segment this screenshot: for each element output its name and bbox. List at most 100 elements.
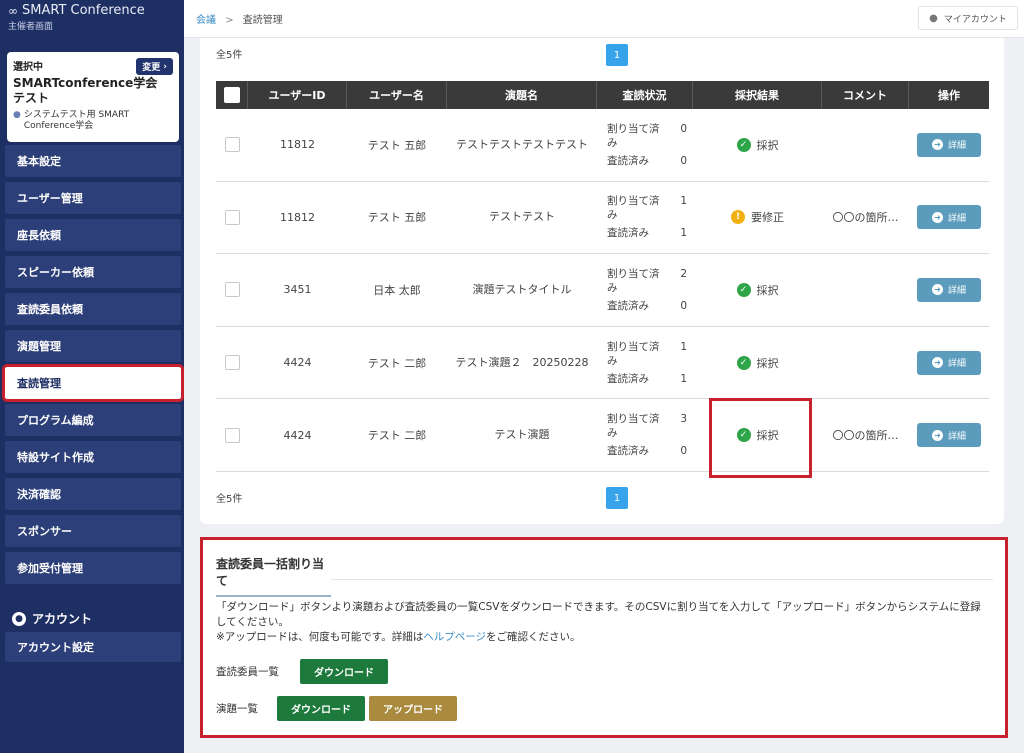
sidebar-item-payment[interactable]: 決済確認: [5, 478, 181, 510]
account-heading-label: アカウント: [32, 612, 93, 626]
breadcrumb-root-link[interactable]: 会議: [196, 15, 216, 26]
assigned-label: 割り当て済み: [607, 195, 660, 222]
section-divider: [331, 579, 993, 580]
row-result: ✓ 採択: [693, 254, 822, 326]
conference-org-label: システムテスト用 SMART Conference学会: [23, 110, 130, 131]
row-abstract-title: テストテスト: [489, 210, 555, 224]
assigned-count: 2: [680, 267, 687, 280]
reviewer-list-label: 査読委員一覧: [216, 666, 279, 678]
row-review-status: 割り当て済み 3 査読済み 0: [597, 399, 693, 471]
bulk-description: 「ダウンロード」ボタンより演題および査読委員の一覧CSVをダウンロードできます。…: [216, 600, 991, 645]
sidebar-item-reviewer-request[interactable]: 査読委員依頼: [5, 293, 181, 325]
assigned-label: 割り当て済み: [607, 267, 660, 294]
row-review-status: 割り当て済み 1 査読済み 1: [597, 182, 693, 254]
row-user-name: 日本 太郎: [373, 283, 421, 297]
reviewer-download-button[interactable]: ダウンロード: [300, 659, 388, 684]
detail-button[interactable]: ➜ 詳細: [917, 132, 981, 157]
detail-button[interactable]: ➜ 詳細: [917, 350, 981, 375]
done-label: 査読済み: [607, 299, 649, 312]
abstract-download-button[interactable]: ダウンロード: [277, 696, 365, 721]
table-row: 4424 テスト 二郎 テスト演題２ 20250228 割り当て済み 1 査読済み…: [216, 327, 989, 400]
row-checkbox[interactable]: [224, 137, 240, 153]
row-user-id: 4424: [283, 356, 312, 370]
row-comment: [822, 109, 909, 181]
detail-label: 詳細: [947, 286, 966, 297]
sidebar-item-chair-request[interactable]: 座長依頼: [5, 219, 181, 251]
row-user-name: テスト 五郎: [367, 211, 427, 225]
row-user-name: テスト 二郎: [367, 356, 427, 370]
topbar: 会議 > 査読管理 ● マイアカウント: [184, 0, 1024, 38]
account-heading: ● アカウント: [12, 610, 92, 627]
sidebar-menu: 基本設定 ユーザー管理 座長依頼 スピーカー依頼 査読委員依頼 演題管理 査読管…: [0, 145, 184, 589]
column-comment: コメント: [822, 81, 909, 109]
table-row: 11812 テスト 五郎 テストテスト 割り当て済み 1 査読済み 1 ! 要修正 〇…: [216, 182, 989, 255]
header-checkbox-cell: [216, 81, 248, 109]
conference-name: SMARTconference学会 テスト: [13, 76, 158, 105]
bulk-section-title: 査読委員一括割り当て: [216, 555, 331, 597]
sidebar-item-registration[interactable]: 参加受付管理: [5, 552, 181, 584]
brand: ∞ SMART Conference 主催者画面: [0, 0, 184, 36]
done-label: 査読済み: [607, 372, 649, 385]
detail-label: 詳細: [947, 359, 966, 370]
row-checkbox[interactable]: [224, 355, 240, 371]
sidebar-item-speaker-request[interactable]: スピーカー依頼: [5, 256, 181, 288]
row-checkbox[interactable]: [224, 282, 240, 298]
done-count: 0: [680, 445, 687, 458]
done-label: 査読済み: [607, 445, 649, 458]
row-abstract-title: テスト演題: [494, 428, 550, 442]
column-result: 採択結果: [693, 81, 822, 109]
sidebar-item-sponsor[interactable]: スポンサー: [5, 515, 181, 547]
my-account-button[interactable]: ● マイアカウント: [918, 6, 1018, 30]
sidebar-item-special-site[interactable]: 特設サイト作成: [5, 441, 181, 473]
sidebar: ∞ SMART Conference 主催者画面 選択中 変更 › SMARTc…: [0, 0, 184, 753]
row-user-id: 4424: [283, 428, 312, 442]
pagination-page-bottom[interactable]: 1: [606, 487, 628, 509]
detail-label: 詳細: [947, 213, 966, 224]
review-table: ユーザーID ユーザー名 演題名 査読状況 採択結果 コメント 操作 11812…: [216, 81, 989, 472]
breadcrumb-separator: >: [225, 15, 234, 26]
infinity-logo-icon: ∞: [8, 3, 18, 18]
help-page-link[interactable]: ヘルプページ: [423, 631, 486, 643]
abstract-list-row: 演題一覧 ダウンロード アップロード: [216, 696, 457, 721]
assigned-count: 1: [680, 340, 687, 353]
table-body: 11812 テスト 五郎 テストテストテストテスト 割り当て済み 0 査読済み 0 …: [216, 109, 989, 472]
warning-circle-icon: !: [731, 210, 745, 225]
detail-button[interactable]: ➜ 詳細: [917, 423, 981, 448]
done-count: 1: [680, 227, 687, 240]
bulk-assignment-section: 査読委員一括割り当て 「ダウンロード」ボタンより演題および査読委員の一覧CSVを…: [200, 537, 1008, 738]
pagination-page-top[interactable]: 1: [606, 44, 628, 66]
reviewer-list-row: 査読委員一覧 ダウンロード: [216, 659, 388, 684]
detail-label: 詳細: [947, 431, 966, 442]
table-row: 3451 日本 太郎 演題テストタイトル 割り当て済み 2 査読済み 0 ✓ 採択 ➜…: [216, 254, 989, 327]
sidebar-item-basic-settings[interactable]: 基本設定: [5, 145, 181, 177]
sidebar-item-account-settings[interactable]: アカウント設定: [5, 632, 181, 662]
row-user-name: テスト 二郎: [367, 429, 427, 443]
row-abstract-title: 演題テストタイトル: [472, 282, 572, 296]
sidebar-item-user-management[interactable]: ユーザー管理: [5, 182, 181, 214]
row-result: ✓ 採択: [693, 327, 822, 399]
brand-name: SMART Conference: [22, 3, 145, 18]
row-user-id: 11812: [280, 138, 315, 152]
sidebar-item-program[interactable]: プログラム編成: [5, 404, 181, 436]
arrow-right-icon: ➜: [931, 139, 943, 151]
row-abstract-title: テストテストテストテスト: [456, 137, 588, 151]
result-count-bottom: 全5件: [216, 494, 243, 505]
sidebar-item-review-management[interactable]: 査読管理: [2, 364, 184, 402]
result-count-top: 全5件: [216, 50, 243, 61]
change-conference-button[interactable]: 変更 ›: [136, 58, 173, 75]
row-checkbox[interactable]: [224, 427, 240, 443]
done-count: 1: [680, 372, 687, 385]
row-checkbox[interactable]: [224, 209, 240, 225]
select-all-checkbox[interactable]: [223, 87, 240, 103]
table-row: 4424 テスト 二郎 テスト演題 割り当て済み 3 査読済み 0 ✓ 採択 〇〇の箇…: [216, 399, 989, 472]
change-label: 変更: [142, 63, 161, 73]
row-comment: [822, 254, 909, 326]
sidebar-item-abstract-management[interactable]: 演題管理: [5, 330, 181, 362]
detail-button[interactable]: ➜ 詳細: [917, 205, 981, 230]
bulk-description-line2-post: をご確認ください。: [486, 631, 581, 643]
row-review-status: 割り当て済み 2 査読済み 0: [597, 254, 693, 326]
detail-button[interactable]: ➜ 詳細: [917, 277, 981, 302]
row-user-id: 3451: [283, 283, 312, 297]
abstract-upload-button[interactable]: アップロード: [369, 696, 457, 721]
selected-conference-card: 選択中 変更 › SMARTconference学会 テスト ● システムテスト…: [7, 52, 179, 142]
